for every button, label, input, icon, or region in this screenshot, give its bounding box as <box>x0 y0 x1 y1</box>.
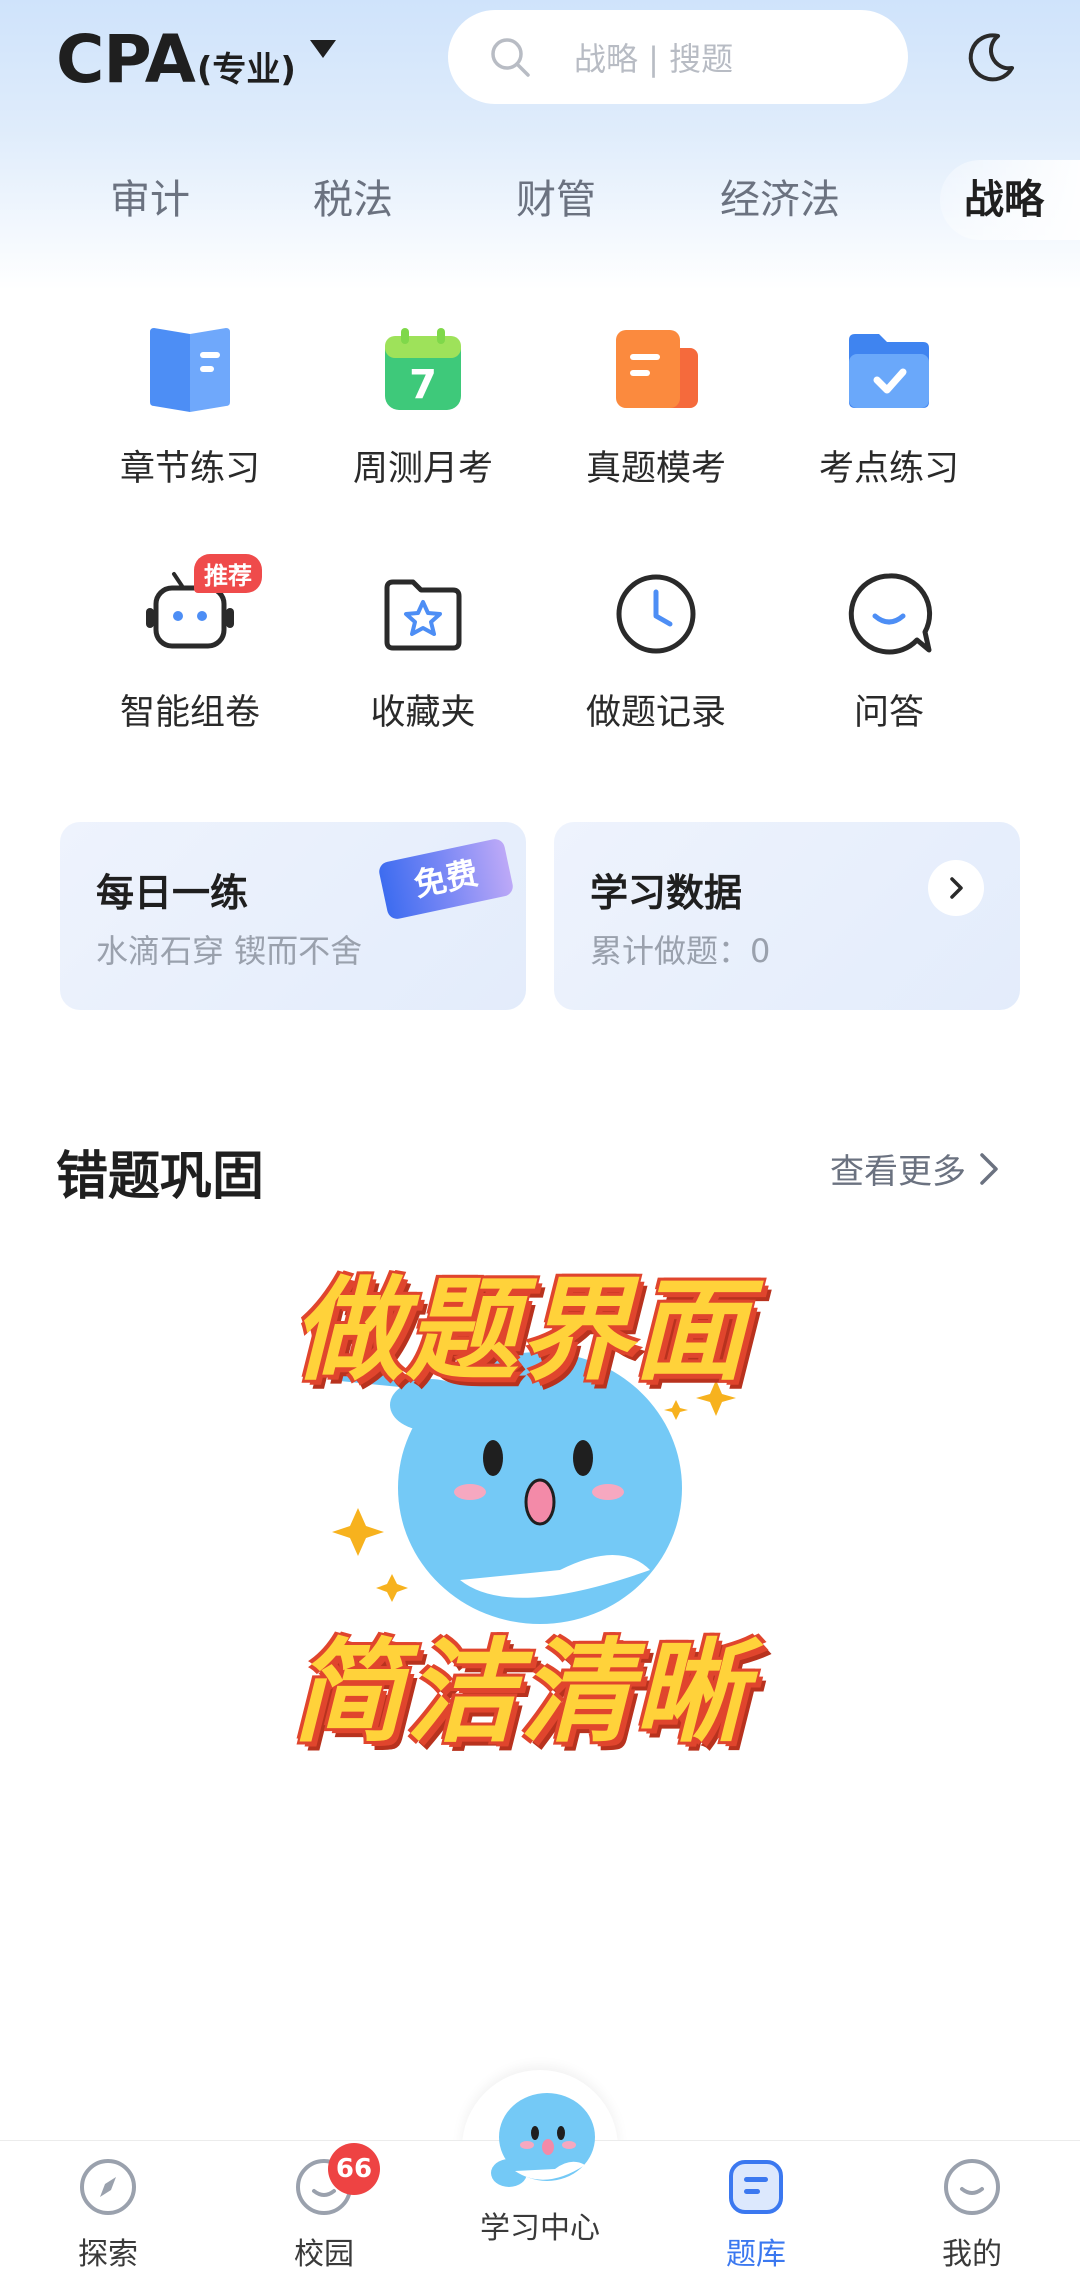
chevron-right-icon[interactable] <box>928 860 984 916</box>
feature-label: 收藏夹 <box>370 693 476 733</box>
nav-label: 校园 <box>294 2237 354 2272</box>
moon-icon[interactable] <box>962 30 1018 86</box>
folder-check-icon <box>841 322 937 418</box>
feature-practice-history[interactable]: 做题记录 <box>556 566 756 735</box>
daily-practice-subtitle: 水滴石穿 锲而不舍 <box>96 932 363 970</box>
nav-label: 题库 <box>726 2237 786 2272</box>
study-data-card[interactable]: 学习数据 累计做题：0 <box>554 822 1020 1010</box>
calendar-icon: 7 <box>375 322 471 418</box>
book-icon <box>142 322 238 418</box>
star-folder-icon <box>375 566 471 662</box>
search-bar[interactable]: 战略 | 搜题 <box>448 10 908 104</box>
nav-label: 学习中心 <box>480 2211 600 2246</box>
view-more-label: 查看更多 <box>830 1152 966 1192</box>
caret-down-icon <box>309 40 336 58</box>
feature-past-exam-mock[interactable]: 真题模考 <box>556 322 756 491</box>
question-bank-page: CPA (专业) 战略 | 搜题 审计 税法 财管 经济法 战略 章节练习 7 … <box>0 0 1080 2291</box>
feature-label: 问答 <box>853 693 924 733</box>
study-data-title: 学习数据 <box>590 871 743 915</box>
nav-profile[interactable]: 我的 <box>892 2141 1052 2273</box>
view-more-link[interactable]: 查看更多 <box>830 1144 1002 1193</box>
feature-qa[interactable]: 问答 <box>789 566 989 735</box>
question-bank-icon <box>726 2157 786 2217</box>
feature-favorites[interactable]: 收藏夹 <box>323 566 523 735</box>
campus-icon: 66 <box>294 2143 380 2217</box>
feature-label: 周测月考 <box>352 449 493 489</box>
feature-label: 真题模考 <box>585 449 726 489</box>
search-icon <box>491 38 530 77</box>
chevron-right-icon <box>980 1152 998 1185</box>
tab-audit[interactable]: 审计 <box>110 160 190 240</box>
notification-badge: 66 <box>328 2143 380 2195</box>
profile-icon <box>942 2157 1002 2217</box>
promo-overlay: 做题界面 简洁清晰 <box>230 1240 810 1780</box>
nav-study-center[interactable]: 学习中心 <box>460 2093 620 2247</box>
feature-label: 智能组卷 <box>119 693 260 733</box>
promo-subheadline: 简洁清晰 <box>292 1628 748 1758</box>
free-badge: 免费 <box>377 837 515 921</box>
robot-icon: 推荐 <box>142 554 262 662</box>
bottom-nav: 探索 66 校园 学习中心 题库 我的 <box>0 2093 1080 2291</box>
tab-tax-law[interactable]: 税法 <box>313 160 393 240</box>
daily-practice-title: 每日一练 <box>96 871 249 915</box>
feature-label: 章节练习 <box>119 449 260 489</box>
brand-title: CPA <box>56 21 196 98</box>
tab-financial-management[interactable]: 财管 <box>516 160 596 240</box>
feature-weekly-monthly-test[interactable]: 7 周测月考 <box>323 322 523 491</box>
compass-icon <box>78 2157 138 2217</box>
exam-paper-icon <box>608 322 704 418</box>
section-title: 错题巩固 <box>56 1147 265 1207</box>
daily-practice-card[interactable]: 每日一练 水滴石穿 锲而不舍 免费 <box>60 822 526 1010</box>
feature-label: 做题记录 <box>585 693 726 733</box>
brand-subtitle: (专业) <box>196 50 296 90</box>
feature-label: 考点练习 <box>818 449 959 489</box>
exam-selector[interactable]: CPA (专业) <box>56 20 336 100</box>
feature-key-point-practice[interactable]: 考点练习 <box>789 322 989 491</box>
study-data-subtitle: 累计做题：0 <box>590 932 771 970</box>
search-placeholder: 战略 | 搜题 <box>574 40 734 78</box>
mascot-icon <box>475 2075 605 2205</box>
nav-campus[interactable]: 66 校园 <box>244 2141 404 2273</box>
clock-icon <box>608 566 704 662</box>
nav-label: 探索 <box>78 2237 138 2272</box>
nav-explore[interactable]: 探索 <box>28 2141 188 2273</box>
nav-question-bank[interactable]: 题库 <box>676 2141 836 2273</box>
tab-economic-law[interactable]: 经济法 <box>720 160 840 240</box>
recommend-badge: 推荐 <box>194 554 262 593</box>
promo-headline: 做题界面 <box>292 1266 748 1396</box>
tab-strategy[interactable]: 战略 <box>940 160 1080 240</box>
nav-label: 我的 <box>942 2237 1002 2272</box>
feature-smart-paper[interactable]: 推荐 智能组卷 <box>90 554 290 735</box>
feature-chapter-practice[interactable]: 章节练习 <box>90 322 290 491</box>
chat-bubble-icon <box>841 566 937 662</box>
subject-tabs: 审计 税法 财管 经济法 战略 <box>0 160 1080 240</box>
svg-text:7: 7 <box>409 362 437 408</box>
